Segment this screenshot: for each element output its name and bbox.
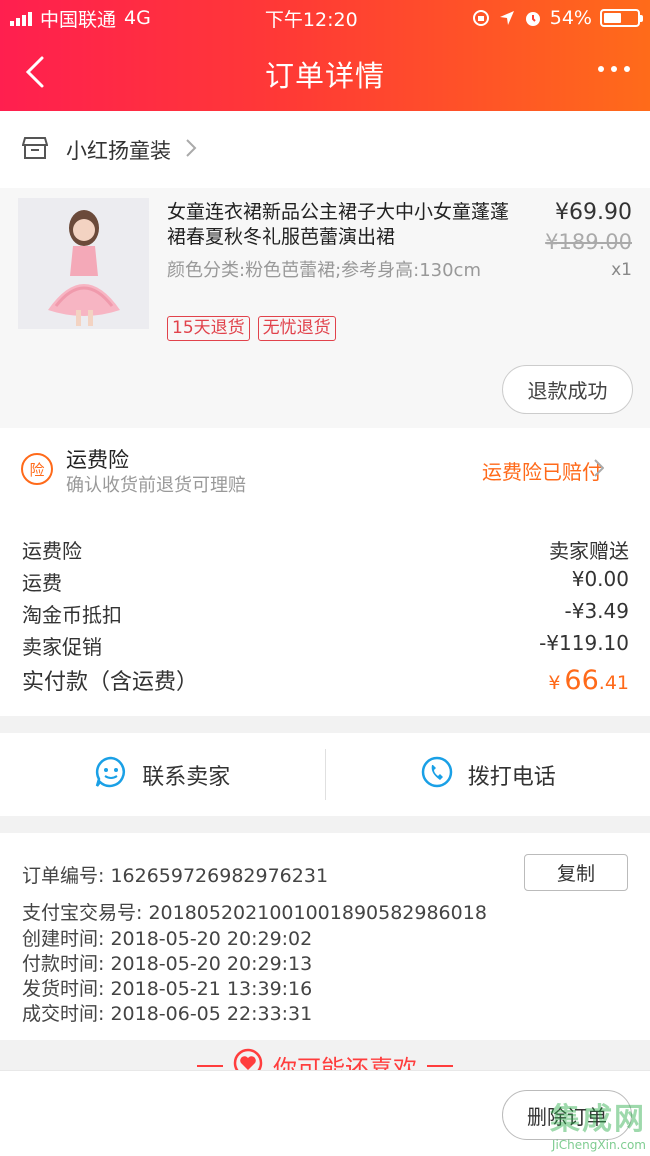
total-integer: 66 <box>564 665 599 696</box>
fee-section: 险 运费险 确认收货前退货可理赔 运费险已赔付 运费险 卖家赠送 运费 ¥0.0… <box>0 428 650 716</box>
battery-percent: 54% <box>549 7 592 29</box>
total-row: 实付款（含运费） ¥ 66 .41 <box>22 664 629 696</box>
product-card[interactable]: 女童连衣裙新品公主裙子大中小女童蓬蓬裙春夏秋冬礼服芭蕾演出裙 颜色分类:粉色芭蕾… <box>0 188 650 428</box>
fee-label: 运费 <box>22 571 62 595</box>
insurance-title: 运费险 <box>66 448 129 472</box>
completed-time: 成交时间: 2018-06-05 22:33:31 <box>22 1003 313 1025</box>
delete-order-button[interactable]: 删除订单 <box>502 1090 632 1140</box>
paid-time: 付款时间: 2018-05-20 20:29:13 <box>22 953 313 975</box>
fee-value: ¥0.00 <box>571 567 629 591</box>
header: 中国联通 4G 下午12:20 54% 订单详情 <box>0 0 650 111</box>
product-sku: 颜色分类:粉色芭蕾裙;参考身高:130cm <box>167 260 481 281</box>
fee-value: -¥119.10 <box>539 631 629 655</box>
call-label: 拨打电话 <box>467 764 556 790</box>
page-title: 订单详情 <box>264 58 385 93</box>
shop-row[interactable]: 小红扬童装 <box>0 111 650 188</box>
fee-value: 卖家赠送 <box>549 539 629 563</box>
product-price: ¥69.90 <box>555 200 632 225</box>
fee-row: 卖家促销 -¥119.10 <box>22 631 629 660</box>
insurance-status-link[interactable]: 运费险已赔付 <box>482 456 602 485</box>
chat-icon <box>94 755 128 795</box>
total-label: 实付款（含运费） <box>22 670 199 695</box>
insurance-icon: 险 <box>21 453 53 485</box>
insurance-chevron-icon[interactable] <box>594 459 605 481</box>
back-icon[interactable] <box>18 54 54 90</box>
contact-bar: 联系卖家 拨打电话 <box>0 733 650 816</box>
network-type: 4G <box>124 7 151 29</box>
service-tag: 15天退货 <box>167 316 250 341</box>
heart-icon <box>233 1048 263 1070</box>
service-tag: 无忧退货 <box>257 316 336 341</box>
original-price: ¥189.00 <box>545 230 632 254</box>
call-button[interactable]: 拨打电话 <box>326 733 650 816</box>
rotation-lock-icon <box>472 9 490 27</box>
total-currency: ¥ <box>548 672 561 694</box>
insurance-subtitle: 确认收货前退货可理赔 <box>66 475 246 496</box>
alarm-icon <box>524 9 542 27</box>
total-amount: ¥ 66 .41 <box>548 665 629 696</box>
shop-name: 小红扬童装 <box>66 138 171 163</box>
recommend-title: 你可能还喜欢 <box>273 1054 417 1071</box>
bottom-bar: 删除订单 <box>0 1070 650 1156</box>
order-number: 订单编号: 162659726982976231 <box>22 865 329 887</box>
signal-icon <box>10 10 32 26</box>
service-tags: 15天退货 无忧退货 <box>167 316 336 341</box>
contact-seller-button[interactable]: 联系卖家 <box>0 733 325 816</box>
fee-label: 运费险 <box>22 539 82 563</box>
fee-row: 运费险 卖家赠送 <box>22 535 629 564</box>
fee-row: 淘金币抵扣 -¥3.49 <box>22 599 629 628</box>
battery-icon <box>599 9 643 27</box>
created-time: 创建时间: 2018-05-20 20:29:02 <box>22 928 313 950</box>
nav-bar: 订单详情 <box>0 36 650 111</box>
product-image <box>18 198 149 329</box>
more-icon[interactable] <box>598 66 630 72</box>
carrier: 中国联通 <box>40 8 117 31</box>
divider <box>197 1065 223 1067</box>
chevron-right-icon <box>185 138 197 162</box>
quantity: x1 <box>611 260 632 280</box>
divider <box>427 1065 453 1067</box>
shipped-time: 发货时间: 2018-05-21 13:39:16 <box>22 978 313 1000</box>
fee-label: 卖家促销 <box>22 635 102 659</box>
refund-status-button[interactable]: 退款成功 <box>502 365 633 414</box>
total-decimal: .41 <box>598 672 629 694</box>
store-icon <box>21 136 49 164</box>
order-info: 订单编号: 162659726982976231 复制 支付宝交易号: 2018… <box>0 833 650 1040</box>
copy-button[interactable]: 复制 <box>524 854 628 891</box>
location-icon <box>498 9 516 27</box>
status-bar: 中国联通 4G 下午12:20 54% <box>0 0 650 36</box>
fee-label: 淘金币抵扣 <box>22 603 122 627</box>
phone-icon <box>420 755 454 795</box>
recommend-header: 你可能还喜欢 <box>0 1040 650 1070</box>
product-title[interactable]: 女童连衣裙新品公主裙子大中小女童蓬蓬裙春夏秋冬礼服芭蕾演出裙 <box>167 200 517 250</box>
alipay-number: 支付宝交易号: 2018052021001001890582986018 <box>22 902 487 924</box>
fee-value: -¥3.49 <box>564 599 629 623</box>
fee-row: 运费 ¥0.00 <box>22 567 629 596</box>
clock: 下午12:20 <box>264 8 358 31</box>
contact-seller-label: 联系卖家 <box>142 764 231 790</box>
